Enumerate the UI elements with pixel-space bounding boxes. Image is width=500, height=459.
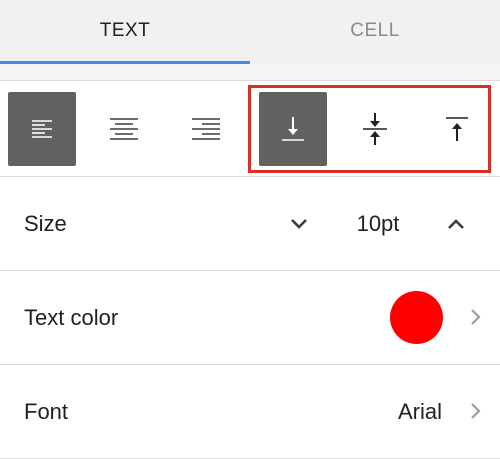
font-row[interactable]: Font Arial	[0, 365, 500, 459]
chevron-right-icon	[471, 309, 481, 325]
text-color-row[interactable]: Text color	[0, 271, 500, 365]
chevron-down-icon	[291, 219, 307, 229]
font-chevron	[463, 399, 487, 423]
align-center-button[interactable]	[90, 92, 158, 166]
format-tabs: TEXT CELL	[0, 0, 500, 64]
align-top-button[interactable]	[423, 92, 491, 166]
size-row: Size 10pt	[0, 177, 500, 271]
increase-size-button[interactable]	[437, 205, 475, 243]
text-color-swatch	[390, 291, 443, 344]
align-middle-button[interactable]	[341, 92, 409, 166]
decrease-size-button[interactable]	[280, 205, 318, 243]
align-right-button[interactable]	[172, 92, 240, 166]
tab-cell-label: CELL	[350, 20, 400, 41]
align-bottom-button[interactable]	[259, 92, 327, 166]
tab-text-label: TEXT	[99, 20, 151, 41]
size-value: 10pt	[356, 210, 400, 236]
font-label: Font	[24, 398, 69, 424]
toolbar-spacer	[0, 64, 500, 81]
align-bottom-icon	[282, 117, 304, 141]
chevron-up-icon	[448, 219, 464, 229]
align-left-button[interactable]	[8, 92, 76, 166]
text-color-chevron	[463, 305, 487, 329]
align-left-icon	[32, 120, 52, 138]
align-middle-icon	[363, 113, 387, 145]
tab-cell[interactable]: CELL	[250, 0, 500, 64]
size-label: Size	[24, 210, 67, 236]
align-top-icon	[446, 117, 468, 141]
align-right-icon	[192, 118, 220, 140]
align-center-icon	[110, 118, 138, 140]
chevron-right-icon	[471, 403, 481, 419]
text-color-label: Text color	[24, 304, 119, 330]
alignment-toolbar	[0, 81, 500, 177]
tab-text[interactable]: TEXT	[0, 0, 250, 64]
font-value: Arial	[397, 398, 442, 424]
